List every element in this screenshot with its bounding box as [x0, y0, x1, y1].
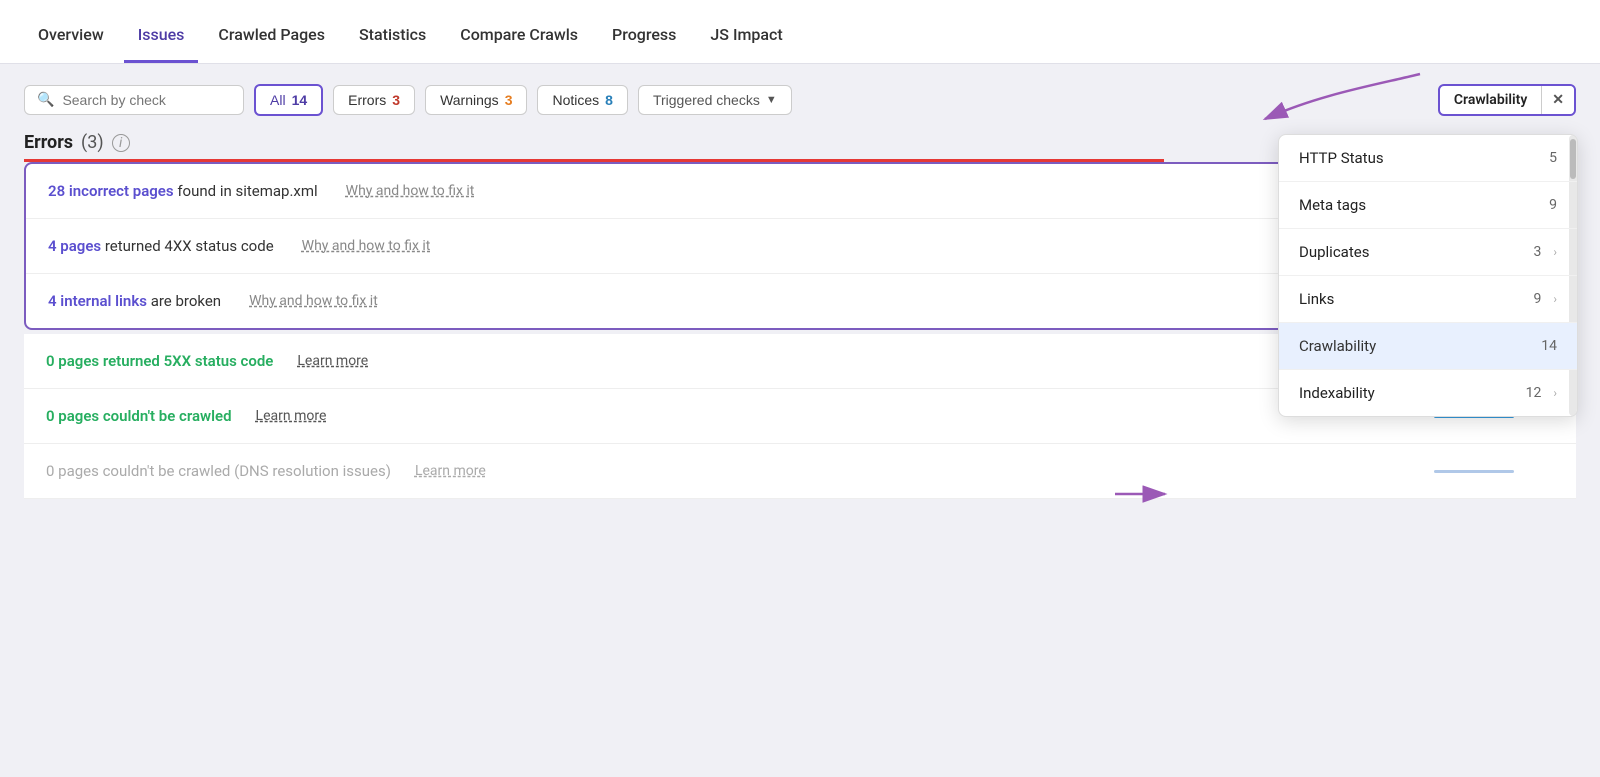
- 5xx-green-text: 0 pages returned 5XX status code: [46, 352, 273, 370]
- chevron-right-icon-indexability: ›: [1553, 386, 1557, 400]
- triggered-checks-button[interactable]: Triggered checks ▼: [638, 85, 792, 115]
- dropdown-item-meta-tags[interactable]: Meta tags 9: [1279, 182, 1577, 229]
- dns-text: 0 pages couldn't be crawled (DNS resolut…: [46, 462, 391, 480]
- category-dropdown-panel: HTTP Status 5 Meta tags 9 Duplicates 3 ›…: [1278, 134, 1578, 417]
- info-icon[interactable]: i: [112, 134, 130, 152]
- filter-notices-button[interactable]: Notices 8: [537, 85, 627, 115]
- crawl-fail-learn-link[interactable]: Learn more: [256, 408, 327, 424]
- search-icon: 🔍: [37, 92, 54, 108]
- filter-errors-button[interactable]: Errors 3: [333, 85, 415, 115]
- dropdown-item-links[interactable]: Links 9 ›: [1279, 276, 1577, 323]
- sitemap-error-link[interactable]: 28 incorrect pages: [48, 182, 174, 200]
- dropdown-item-crawlability[interactable]: Crawlability 14: [1279, 323, 1577, 370]
- nav-compare-crawls[interactable]: Compare Crawls: [446, 7, 592, 63]
- chevron-right-icon: ›: [1553, 245, 1557, 259]
- search-input[interactable]: [62, 92, 231, 108]
- filter-all-button[interactable]: All 14: [254, 84, 323, 116]
- nav-progress[interactable]: Progress: [598, 7, 690, 63]
- nav-statistics[interactable]: Statistics: [345, 7, 440, 63]
- chevron-right-icon-links: ›: [1553, 292, 1557, 306]
- top-navigation: Overview Issues Crawled Pages Statistics…: [0, 0, 1600, 64]
- filter-warnings-button[interactable]: Warnings 3: [425, 85, 527, 115]
- broken-links-fix-link[interactable]: Why and how to fix it: [249, 293, 378, 309]
- crawl-fail-green-text: 0 pages couldn't be crawled: [46, 407, 232, 425]
- crawlability-close-button[interactable]: ✕: [1541, 86, 1574, 114]
- search-box[interactable]: 🔍: [24, 85, 244, 115]
- 5xx-learn-link[interactable]: Learn more: [297, 353, 368, 369]
- dropdown-item-indexability[interactable]: Indexability 12 ›: [1279, 370, 1577, 416]
- nav-issues[interactable]: Issues: [124, 7, 199, 63]
- chevron-down-icon: ▼: [766, 94, 777, 106]
- filter-bar: 🔍 All 14 Errors 3 Warnings 3 Notices 8 T…: [24, 84, 1576, 116]
- nav-js-impact[interactable]: JS Impact: [696, 7, 796, 63]
- dropdown-item-http-status[interactable]: HTTP Status 5: [1279, 135, 1577, 182]
- crawlability-filter-button[interactable]: Crawlability ✕: [1438, 84, 1576, 116]
- green-item-dns: 0 pages couldn't be crawled (DNS resolut…: [24, 444, 1576, 499]
- nav-overview[interactable]: Overview: [24, 7, 118, 63]
- dropdown-item-duplicates[interactable]: Duplicates 3 ›: [1279, 229, 1577, 276]
- sitemap-fix-link[interactable]: Why and how to fix it: [346, 183, 475, 199]
- main-content: 🔍 All 14 Errors 3 Warnings 3 Notices 8 T…: [0, 64, 1600, 519]
- dns-learn-link[interactable]: Learn more: [415, 463, 486, 479]
- dns-progress-bar: [1434, 470, 1514, 473]
- 4xx-error-link[interactable]: 4 pages: [48, 237, 101, 255]
- broken-links-error-link[interactable]: 4 internal links: [48, 292, 147, 310]
- nav-crawled-pages[interactable]: Crawled Pages: [204, 7, 339, 63]
- 4xx-fix-link[interactable]: Why and how to fix it: [302, 238, 431, 254]
